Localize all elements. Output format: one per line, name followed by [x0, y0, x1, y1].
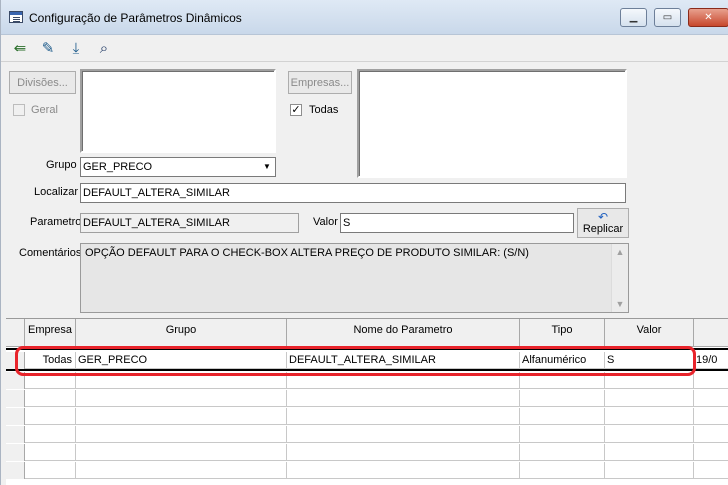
empty-cell[interactable] — [287, 390, 520, 407]
row-indicator — [6, 426, 25, 443]
window-title: Configuração de Parâmetros Dinâmicos — [29, 11, 242, 25]
cell-tipo[interactable]: Alfanumérico — [520, 352, 605, 369]
empty-cell[interactable] — [605, 390, 694, 407]
empty-cell[interactable] — [76, 426, 287, 443]
col-header-empresa[interactable]: Empresa — [25, 319, 76, 347]
row-indicator — [6, 372, 25, 389]
empty-cell[interactable] — [520, 372, 605, 389]
row-indicator — [6, 352, 25, 369]
empty-cell[interactable] — [25, 372, 76, 389]
empty-cell[interactable] — [520, 462, 605, 479]
comentarios-memo[interactable]: OPÇÃO DEFAULT PARA O CHECK-BOX ALTERA PR… — [80, 243, 629, 313]
empty-row[interactable] — [6, 426, 728, 443]
parameters-grid: Empresa Grupo Nome do Parametro Tipo Val… — [6, 318, 728, 485]
empty-row[interactable] — [6, 408, 728, 425]
todas-checkbox[interactable]: ✓ — [290, 104, 302, 116]
cell-extra[interactable]: 19/0 — [694, 352, 728, 369]
close-button[interactable]: ✕ — [688, 8, 728, 27]
valor-label: Valor — [313, 216, 338, 228]
empty-cell[interactable] — [520, 390, 605, 407]
todas-label: Todas — [309, 104, 339, 116]
empty-row[interactable] — [6, 462, 728, 479]
empty-cell[interactable] — [25, 444, 76, 461]
exit-icon[interactable]: ⇚ — [9, 37, 31, 59]
localizar-input[interactable]: DEFAULT_ALTERA_SIMILAR — [80, 183, 626, 203]
valor-input[interactable]: S — [340, 213, 574, 233]
empty-cell[interactable] — [520, 444, 605, 461]
scroll-down-icon[interactable]: ▼ — [612, 299, 628, 309]
cell-valor[interactable]: S — [605, 352, 694, 369]
chevron-down-icon[interactable]: ▼ — [259, 158, 275, 176]
row-indicator — [6, 408, 25, 425]
config-window: Configuração de Parâmetros Dinâmicos ▁ ▭… — [0, 0, 728, 485]
grid-corner — [6, 319, 25, 347]
save-icon[interactable]: ⤓ — [65, 37, 87, 59]
empty-cell[interactable] — [25, 390, 76, 407]
find-icon[interactable]: ⌕ — [93, 37, 115, 59]
parametro-field: DEFAULT_ALTERA_SIMILAR — [80, 213, 299, 233]
empty-cell[interactable] — [605, 444, 694, 461]
minimize-button[interactable]: ▁ — [620, 8, 647, 27]
cell-nome[interactable]: DEFAULT_ALTERA_SIMILAR — [287, 352, 520, 369]
empty-row[interactable] — [6, 444, 728, 461]
grupo-label: Grupo — [46, 159, 77, 171]
empty-cell[interactable] — [76, 372, 287, 389]
empty-cell[interactable] — [605, 426, 694, 443]
empty-cell[interactable] — [76, 408, 287, 425]
empty-cell[interactable] — [605, 408, 694, 425]
empty-cell[interactable] — [520, 426, 605, 443]
selection-bar-bottom — [6, 369, 728, 371]
cell-empresa[interactable]: Todas — [25, 352, 76, 369]
col-header-nome[interactable]: Nome do Parametro — [287, 319, 520, 347]
empty-cell[interactable] — [287, 408, 520, 425]
memo-scrollbar[interactable]: ▲ ▼ — [611, 244, 628, 312]
empty-cell[interactable] — [25, 426, 76, 443]
grupo-combobox[interactable]: GER_PRECO ▼ — [80, 157, 276, 177]
geral-label: Geral — [31, 104, 58, 116]
empty-cell[interactable] — [520, 408, 605, 425]
empty-cell[interactable] — [76, 462, 287, 479]
table-row[interactable]: Todas GER_PRECO DEFAULT_ALTERA_SIMILAR A… — [6, 352, 728, 369]
empty-row[interactable] — [6, 390, 728, 407]
empty-cell[interactable] — [605, 462, 694, 479]
comentarios-label: Comentários — [19, 247, 82, 259]
scroll-up-icon[interactable]: ▲ — [612, 247, 628, 257]
grid-header: Empresa Grupo Nome do Parametro Tipo Val… — [6, 319, 728, 347]
empresas-listbox[interactable] — [357, 69, 627, 178]
empty-cell[interactable] — [76, 390, 287, 407]
col-header-tipo[interactable]: Tipo — [520, 319, 605, 347]
edit-icon[interactable]: ✎ — [37, 37, 59, 59]
window-app-icon — [9, 11, 23, 23]
col-header-valor[interactable]: Valor — [605, 319, 694, 347]
parametro-label: Parametro — [30, 216, 82, 228]
toolbar-divider — [1, 61, 728, 62]
maximize-button[interactable]: ▭ — [654, 8, 681, 27]
empty-cell[interactable] — [287, 444, 520, 461]
selection-bar-top — [6, 348, 728, 350]
empty-cell[interactable] — [287, 462, 520, 479]
empresas-button[interactable]: Empresas... — [288, 71, 352, 94]
empty-cell[interactable] — [287, 372, 520, 389]
row-indicator — [6, 444, 25, 461]
row-indicator — [6, 462, 25, 479]
localizar-label: Localizar — [34, 186, 79, 198]
divisoes-button[interactable]: Divisões... — [9, 71, 76, 94]
empty-cell[interactable] — [25, 462, 76, 479]
empty-cell[interactable] — [287, 426, 520, 443]
replicar-button[interactable]: ↶ Replicar — [577, 208, 629, 238]
row-indicator — [6, 390, 25, 407]
grupo-value: GER_PRECO — [83, 161, 153, 173]
undo-icon: ↶ — [597, 210, 609, 224]
geral-checkbox[interactable] — [13, 104, 25, 116]
cell-grupo[interactable]: GER_PRECO — [76, 352, 287, 369]
empty-cell[interactable] — [25, 408, 76, 425]
title-bar: Configuração de Parâmetros Dinâmicos ▁ ▭… — [1, 0, 728, 35]
col-header-grupo[interactable]: Grupo — [76, 319, 287, 347]
divisoes-listbox[interactable] — [80, 69, 276, 153]
empty-cell[interactable] — [76, 444, 287, 461]
empty-row[interactable] — [6, 372, 728, 389]
replicar-label: Replicar — [582, 223, 624, 235]
comentarios-text: OPÇÃO DEFAULT PARA O CHECK-BOX ALTERA PR… — [85, 247, 529, 259]
empty-cell[interactable] — [605, 372, 694, 389]
